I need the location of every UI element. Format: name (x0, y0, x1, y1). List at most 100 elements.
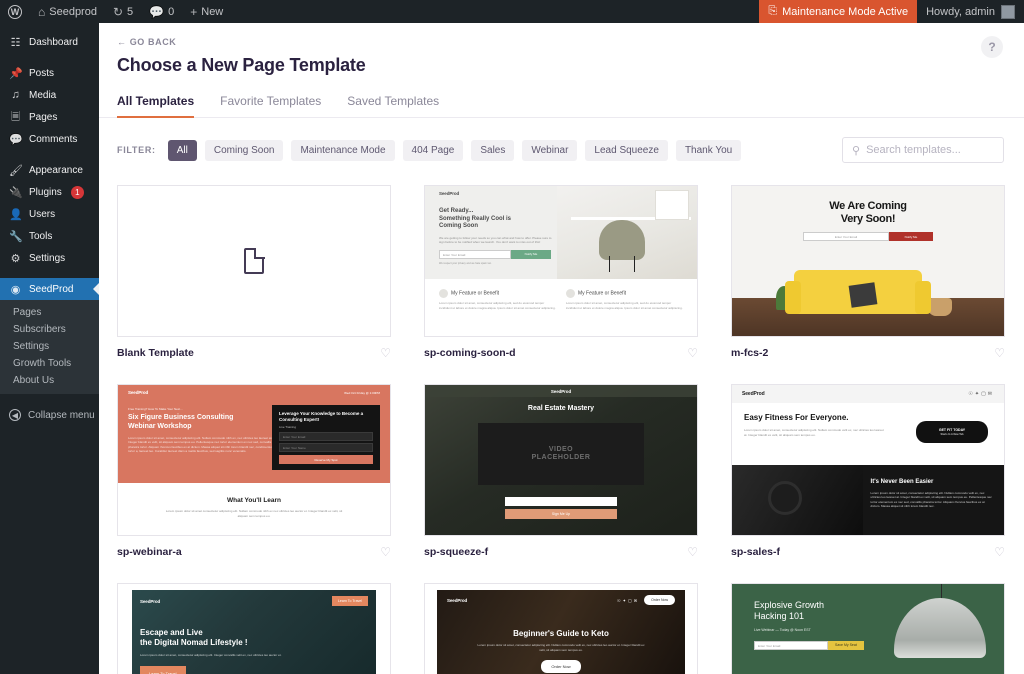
template-name: sp-sales-f (731, 546, 781, 558)
maintenance-mode-label: Maintenance Mode Active (782, 5, 909, 18)
template-card[interactable]: SeedProd Wed Oct Friday @ 1:00PM Free Tr… (117, 384, 391, 560)
sidebar-item-appearance[interactable]: 🖌 Appearance (0, 159, 99, 181)
submenu-item-subscribers[interactable]: Subscribers (0, 321, 99, 338)
avatar (1001, 4, 1015, 19)
wrench-icon: 🔧 (9, 230, 23, 243)
comments-menu[interactable]: 💬 0 (141, 0, 182, 23)
template-card[interactable]: SeedProd Real Estate Mastery VIDEO PLACE… (424, 384, 698, 560)
template-card[interactable]: SeedProd Learn To Travel Escape and Live… (117, 583, 391, 674)
submenu-item-about-us[interactable]: About Us (0, 372, 99, 389)
feature-body: Lorem ipsum dolor sit amet, consectetur … (566, 301, 683, 310)
tab-saved-templates[interactable]: Saved Templates (347, 94, 439, 117)
sidebar-item-seedprod[interactable]: ◉ SeedProd (0, 278, 99, 300)
template-thumbnail[interactable]: SeedProd ☉✦▢✉ Easy Fitness For Everyone.… (731, 384, 1005, 536)
submenu-item-pages[interactable]: Pages (0, 304, 99, 321)
filter-lead-squeeze[interactable]: Lead Squeeze (585, 139, 668, 161)
filter-thank-you[interactable]: Thank You (675, 139, 742, 161)
new-content-menu[interactable]: + New (182, 0, 231, 23)
page-title: Choose a New Page Template (117, 55, 366, 75)
pin-icon: 📌 (9, 67, 23, 80)
comment-icon: 💬 (9, 133, 23, 146)
sidebar-item-users[interactable]: 👤 Users (0, 203, 99, 225)
template-thumbnail[interactable]: SeedProd Get Ready... Something Really C… (424, 185, 698, 337)
heart-icon[interactable]: ♡ (994, 546, 1005, 558)
search-input[interactable] (866, 144, 987, 156)
heart-icon[interactable]: ♡ (687, 347, 698, 359)
sidebar-item-media[interactable]: ♫ Media (0, 84, 99, 106)
template-thumbnail[interactable]: We Are Coming Very Soon! Enter Your Emai… (731, 185, 1005, 337)
social-icons: ☉✦▢✉ (968, 391, 994, 397)
go-back-link[interactable]: ← GO BACK (117, 37, 1004, 47)
template-thumbnail[interactable]: Explosive Growth Hacking 101 Live Webina… (731, 583, 1005, 674)
search-box[interactable]: ⚲ (842, 137, 1004, 163)
section-body: Lorem ipsum dolor sit amet consectetur a… (165, 509, 343, 518)
template-card[interactable]: Explosive Growth Hacking 101 Live Webina… (731, 583, 1005, 674)
filter-404-page[interactable]: 404 Page (402, 139, 464, 161)
template-thumbnail[interactable]: SeedProd Wed Oct Friday @ 1:00PM Free Tr… (117, 384, 391, 536)
maintenance-mode-badge[interactable]: ⎘ Maintenance Mode Active (759, 0, 918, 23)
sidebar-item-comments[interactable]: 💬 Comments (0, 128, 99, 150)
box-submit-button: Reserve My Spot (279, 455, 373, 465)
template-card[interactable]: SeedProd Get Ready... Something Really C… (424, 185, 698, 361)
preview-submit-button: Notify Me (889, 232, 933, 242)
sidebar-item-settings[interactable]: ⚙ Settings (0, 247, 99, 269)
heart-icon[interactable]: ♡ (994, 347, 1005, 359)
collapse-icon: ◀ (9, 409, 21, 421)
filter-maintenance-mode[interactable]: Maintenance Mode (291, 139, 395, 161)
sidebar-item-tools[interactable]: 🔧 Tools (0, 225, 99, 247)
preview-image (732, 465, 863, 535)
template-thumbnail[interactable] (117, 185, 391, 337)
template-name: Blank Template (117, 347, 194, 359)
template-card[interactable]: SeedProd ☉✦▢✉ Easy Fitness For Everyone.… (731, 384, 1005, 560)
template-card[interactable]: We Are Coming Very Soon! Enter Your Emai… (731, 185, 1005, 361)
preview-dark-section: It's Never Been Easier Lorem ipsum dolor… (732, 465, 1004, 535)
preview-top-button: Order Now (644, 595, 675, 605)
media-icon: ♫ (11, 89, 20, 101)
template-thumbnail[interactable]: SeedProd Learn To Travel Escape and Live… (117, 583, 391, 674)
filter-all[interactable]: All (167, 139, 197, 161)
sidebar-item-label: Pages (29, 111, 58, 123)
updates-icon: ↻ (112, 4, 124, 19)
site-name-menu[interactable]: ⌂ Seedprod (30, 0, 105, 23)
submenu-item-settings[interactable]: Settings (0, 338, 99, 355)
heart-icon[interactable]: ♡ (380, 347, 391, 359)
brush-icon: 🖌 (9, 164, 23, 177)
preview-form: Sign Me Up (505, 497, 617, 519)
sidebar-item-label: SeedProd (29, 283, 74, 295)
wordpress-logo-menu[interactable]: W (0, 0, 30, 23)
filter-sales[interactable]: Sales (471, 139, 515, 161)
gear-icon: ⚙ (10, 252, 21, 265)
preview-body: Lorem ipsum dolor sit amet, consectetur … (128, 435, 274, 454)
question-mark-icon[interactable]: ? (981, 36, 1003, 58)
template-card[interactable]: Blank Template ♡ (117, 185, 391, 361)
account-menu[interactable]: Howdy, admin (917, 0, 1024, 23)
sidebar-item-posts[interactable]: 📌 Posts (0, 62, 99, 84)
preview-pillow (848, 282, 878, 308)
tab-favorite-templates[interactable]: Favorite Templates (220, 94, 321, 117)
comment-icon: 💬 (149, 4, 165, 19)
submenu-item-growth-tools[interactable]: Growth Tools (0, 355, 99, 372)
preview-headline: We Are Coming Very Soon! (829, 200, 907, 225)
sidebar-item-plugins[interactable]: 🔌 Plugins 1 (0, 181, 99, 203)
template-card[interactable]: SeedProd ☉✦▢✉ Order Now Beginner's Guide… (424, 583, 698, 674)
home-icon: ⌂ (38, 4, 46, 19)
tab-all-templates[interactable]: All Templates (117, 94, 195, 118)
feature-body: Lorem ipsum dolor sit amet, consectetur … (439, 301, 556, 310)
updates-menu[interactable]: ↻ 5 (105, 0, 141, 23)
preview-dark-text: It's Never Been Easier Lorem ipsum dolor… (863, 465, 1004, 535)
filter-coming-soon[interactable]: Coming Soon (204, 139, 284, 161)
preview-lamp-cord (940, 584, 942, 598)
cta-sublabel: Starts In A New Tab (940, 433, 964, 436)
plugins-update-badge: 1 (70, 185, 84, 199)
heart-icon[interactable]: ♡ (687, 546, 698, 558)
sidebar-item-dashboard[interactable]: ☷ Dashboard (0, 31, 99, 53)
sidebar-item-pages[interactable]: 🗏 Pages (0, 106, 99, 128)
heart-icon[interactable]: ♡ (380, 546, 391, 558)
preview-feature: My Feature or Benefit Lorem ipsum dolor … (439, 289, 556, 310)
template-thumbnail[interactable]: SeedProd Real Estate Mastery VIDEO PLACE… (424, 384, 698, 536)
filter-webinar[interactable]: Webinar (522, 139, 578, 161)
cta-label: GET FIT TODAY (938, 428, 966, 432)
preview-cta-button: Order Now (541, 660, 581, 673)
template-thumbnail[interactable]: SeedProd ☉✦▢✉ Order Now Beginner's Guide… (424, 583, 698, 674)
collapse-menu-button[interactable]: ◀ Collapse menu (0, 404, 99, 426)
